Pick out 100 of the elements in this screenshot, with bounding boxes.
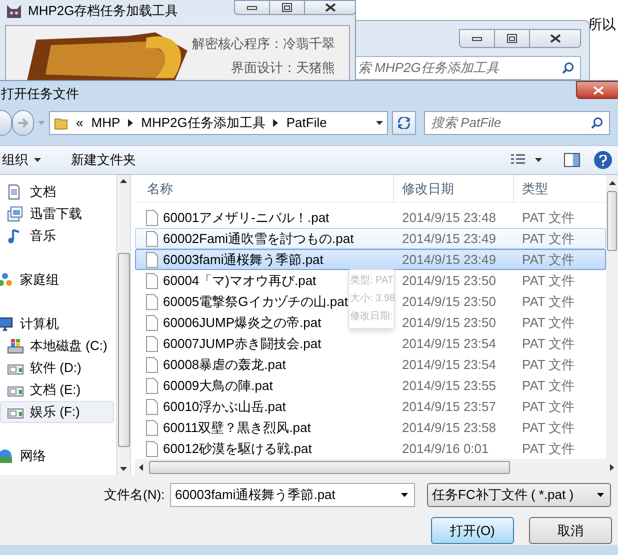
new-folder-button[interactable]: 新建文件夹 [67, 150, 140, 170]
filename-label: 文件名(N): [104, 486, 164, 504]
scrollbar-thumb[interactable] [118, 253, 130, 447]
breadcrumb-item[interactable]: PatFile [286, 113, 327, 133]
close-button[interactable] [304, 0, 356, 15]
file-name[interactable]: 60004「マ)マオウ再び.pat [163, 270, 316, 290]
tooltip-text: 类型: PAT [350, 274, 394, 288]
open-button[interactable]: 打开(O) [431, 517, 514, 544]
file-name[interactable]: 60005電撃祭Gイカヅチの山.pat [163, 292, 348, 312]
scrollbar[interactable] [606, 175, 618, 459]
scrollbar[interactable] [135, 459, 618, 475]
file-name[interactable]: 60010浮かぶ山岳.pat [163, 396, 286, 416]
column-header[interactable]: 修改日期 [393, 175, 513, 202]
search-icon [591, 117, 603, 129]
table-cell-text: PAT 文件 [521, 230, 576, 248]
file-row[interactable]: 60002Fami通吹雪を討つもの.pat 2014/9/15 23:49 PAT 文件 [135, 228, 606, 249]
dropdown-arrow-icon [535, 158, 542, 162]
file-name[interactable]: 60012砂漠を駆ける戦.pat [163, 438, 312, 458]
scrollbar[interactable] [116, 175, 130, 475]
minimize-button[interactable] [234, 0, 270, 15]
close-icon [550, 34, 560, 43]
close-button[interactable] [576, 81, 618, 99]
file-name[interactable]: 60007JUMP赤き闘技会.pat [163, 334, 322, 354]
window-title: MHP2G存档任务加载工具 [28, 2, 178, 20]
file-icon [146, 420, 158, 436]
maximize-icon [282, 3, 292, 12]
organize-button[interactable]: 组织 [0, 150, 43, 170]
table-cell: 2014/9/16 0:01 [402, 440, 489, 456]
table-cell-text: PAT 文件 [521, 208, 576, 227]
table-cell: 2014/9/15 23:50 [402, 314, 496, 330]
file-icon [146, 294, 158, 310]
table-cell: 2014/9/15 23:49 [402, 230, 496, 246]
credit-text: 解密核心程序：冷翡千翠 [192, 35, 335, 53]
search-field[interactable]: 搜索 PatFile [424, 111, 610, 135]
scrollbar-thumb[interactable] [607, 191, 617, 251]
table-cell: 2014/9/15 23:57 [402, 398, 496, 414]
file-name: 60002Fami通吹雪を討つもの.pat [163, 230, 354, 248]
sidebar-item[interactable]: 网络 [0, 445, 116, 467]
maximize-button[interactable] [495, 29, 529, 48]
view-button[interactable] [509, 154, 544, 166]
file-name[interactable]: 60001アメザリ-ニバル！.pat [163, 208, 330, 228]
close-icon [324, 3, 336, 12]
file-row[interactable]: 60003fami通桜舞う季節.pat 2014/9/15 23:49 PAT 文件 [135, 249, 606, 270]
address-bar[interactable]: « MHP MHP2G任务添加工具 PatFile [49, 111, 388, 135]
pane-icon [564, 153, 580, 167]
minimize-button[interactable] [459, 29, 495, 48]
maximize-icon [507, 34, 517, 43]
file-icon [146, 440, 158, 456]
dropdown-arrow-icon [401, 493, 408, 497]
maximize-button[interactable] [270, 0, 304, 15]
scroll-down-icon [120, 467, 127, 471]
help-button[interactable] [594, 151, 612, 169]
sidebar-item[interactable]: 本地磁盘 (C:) [0, 335, 116, 357]
sidebar-item[interactable]: 文档 [0, 181, 116, 203]
scroll-left-icon [139, 464, 143, 470]
file-icon [146, 230, 158, 246]
table-cell: 2014/9/15 23:50 [402, 272, 496, 288]
sidebar-item[interactable]: 音乐 [0, 225, 116, 247]
table-cell-text: PAT 文件 [521, 272, 576, 290]
table-cell: 2014/9/15 23:50 [402, 294, 496, 309]
preview-pane-button[interactable] [562, 153, 582, 167]
search-field[interactable]: 索 MHP2G任务添加工具 [353, 56, 581, 80]
sidebar-item[interactable]: 文档 (E:) [0, 379, 116, 401]
filename-field[interactable]: 60003fami通桜舞う季節.pat [170, 483, 415, 507]
list-view-icon [511, 154, 525, 166]
sidebar-item[interactable]: 软件 (D:) [0, 357, 116, 379]
file-name[interactable]: 60006JUMP爆炎之の帝.pat [163, 312, 322, 332]
sidebar-item[interactable]: 娱乐 (F:) [0, 401, 114, 423]
scrollbar-thumb[interactable] [149, 460, 510, 474]
file-name[interactable]: 60011双壁？黒き烈风.pat [163, 418, 311, 438]
chevron-right-icon [128, 119, 134, 127]
close-button[interactable] [529, 29, 581, 48]
breadcrumb-item[interactable]: MHP2G任务添加工具 [141, 113, 266, 133]
file-icon [146, 336, 158, 352]
scroll-up-icon [608, 181, 616, 185]
breadcrumb-overflow[interactable]: « [76, 113, 84, 133]
table-cell-text: PAT 文件 [521, 440, 576, 458]
filetype-dropdown[interactable]: 任务FC补丁文件 ( *.pat ) [427, 483, 611, 507]
table-cell: 2014/9/15 23:58 [402, 420, 496, 435]
file-name[interactable]: 60009大鳥の陣.pat [163, 376, 273, 396]
table-cell-text: PAT 文件 [521, 356, 576, 374]
sidebar-item[interactable]: 计算机 [0, 313, 116, 335]
sidebar-item[interactable]: 家庭组 [0, 269, 116, 291]
column-header[interactable]: 名称 [135, 175, 393, 202]
minimize-icon [472, 36, 482, 40]
sidebar-item[interactable]: 迅雷下载 [0, 203, 116, 225]
scroll-up-icon [120, 179, 127, 183]
tooltip-text: 修改日期: [350, 310, 394, 324]
table-cell-text: PAT 文件 [521, 334, 576, 353]
file-icon [146, 356, 158, 372]
file-name[interactable]: 60008暴虐の轰龙.pat [163, 354, 286, 374]
search-icon [562, 62, 574, 74]
table-cell: 2014/9/15 23:48 [402, 210, 496, 225]
breadcrumb-item[interactable]: MHP [91, 113, 120, 133]
refresh-button[interactable] [392, 111, 416, 135]
question-mark-icon [599, 154, 607, 166]
table-cell: 2014/9/15 23:54 [402, 356, 496, 372]
cancel-button[interactable]: 取消 [529, 517, 612, 544]
table-cell-text: PAT 文件 [521, 376, 576, 395]
dropdown-arrow-icon [34, 158, 41, 162]
